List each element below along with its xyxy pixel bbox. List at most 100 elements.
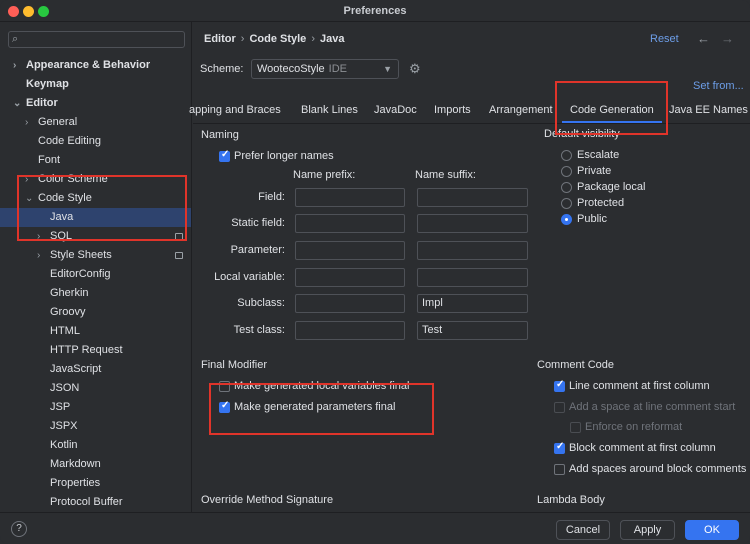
highlight-box-final-parameters	[209, 383, 434, 435]
sidebar-item-gherkin[interactable]: Gherkin	[0, 284, 191, 303]
sidebar-item-javascript[interactable]: JavaScript	[0, 360, 191, 379]
ok-button[interactable]: OK	[685, 520, 739, 540]
tab-java-ee-names[interactable]: Java EE Names	[669, 104, 748, 116]
name-suffix-field[interactable]: Test	[417, 321, 528, 340]
final-modifier-title: Final Modifier	[201, 359, 268, 371]
override-method-signature-title: Override Method Signature	[201, 494, 334, 506]
reset-link[interactable]: Reset	[650, 33, 679, 45]
name-prefix-field[interactable]	[295, 188, 405, 207]
scheme-value: WootecoStyle	[257, 63, 325, 75]
sidebar-item-label: Protocol Buffer	[50, 496, 123, 508]
name-suffix-field[interactable]	[417, 188, 528, 207]
name-suffix-field[interactable]: Impl	[417, 294, 528, 313]
visibility-radio-escalate[interactable]	[561, 150, 572, 161]
sidebar-item-markdown[interactable]: Markdown	[0, 455, 191, 474]
back-arrow-icon[interactable]: ←	[697, 31, 710, 46]
sidebar-item-label: Editor	[26, 97, 58, 109]
sidebar-item-editorconfig[interactable]: EditorConfig	[0, 265, 191, 284]
name-prefix-field[interactable]	[295, 268, 405, 287]
visibility-radio-public[interactable]	[561, 214, 572, 225]
sidebar-item-label: JavaScript	[50, 363, 102, 375]
add-spaces-block-comments-checkbox[interactable]	[554, 464, 565, 475]
tab-arrangement[interactable]: Arrangement	[489, 104, 553, 116]
tab-wrapping-and-braces[interactable]: apping and Braces	[189, 104, 281, 116]
enforce-on-reformat-label: Enforce on reformat	[585, 421, 683, 433]
sidebar-item-appearance-behavior[interactable]: › Appearance & Behavior	[0, 56, 191, 75]
sidebar-item-font[interactable]: Font	[0, 151, 191, 170]
chevron-right-icon[interactable]: ›	[25, 113, 28, 132]
sidebar-item-jsp[interactable]: JSP	[0, 398, 191, 417]
sidebar-item-label: JSP	[50, 401, 71, 413]
sidebar-item-label: Kotlin	[50, 439, 78, 451]
name-prefix-field[interactable]	[295, 214, 405, 233]
sidebar-item-label: HTML	[50, 325, 80, 337]
sidebar-item-label: Code Editing	[38, 135, 101, 147]
visibility-option-label: Private	[577, 165, 612, 177]
chevron-down-icon[interactable]: ⌄	[13, 94, 21, 113]
scheme-dropdown[interactable]: WootecoStyle IDE ▼	[251, 59, 399, 79]
sidebar-item-label: Properties	[50, 477, 101, 489]
window-title: Preferences	[343, 5, 407, 17]
name-prefix-field[interactable]	[295, 294, 405, 313]
sidebar-item-code-editing[interactable]: Code Editing	[0, 132, 191, 151]
settings-sidebar: ⌕ › Appearance & Behavior Keymap ⌄ Editor › Ge…	[0, 22, 192, 512]
breadcrumb-separator: ›	[240, 33, 245, 45]
gear-icon[interactable]: ⚙	[409, 61, 421, 77]
name-suffix-field[interactable]	[417, 214, 528, 233]
block-comment-first-column-label: Block comment at first column	[569, 442, 716, 454]
sidebar-item-html[interactable]: HTML	[0, 322, 191, 341]
sidebar-item-label: Appearance & Behavior	[26, 59, 151, 71]
preferences-window: Preferences ⌕ › Appearance & Behavior Keym…	[0, 0, 750, 544]
sidebar-item-label: HTTP Request	[50, 344, 123, 356]
breadcrumb-editor[interactable]: Editor	[204, 33, 236, 45]
naming-row-label: Field:	[258, 191, 285, 203]
sidebar-item-properties[interactable]: Properties	[0, 474, 191, 493]
apply-button[interactable]: Apply	[620, 520, 675, 540]
naming-row-label: Test class:	[233, 324, 285, 336]
sidebar-item-editor[interactable]: ⌄ Editor	[0, 94, 191, 113]
name-suffix-field[interactable]	[417, 268, 528, 287]
tab-javadoc[interactable]: JavaDoc	[374, 104, 417, 116]
sidebar-item-json[interactable]: JSON	[0, 379, 191, 398]
sidebar-item-label: JSPX	[50, 420, 78, 432]
visibility-radio-private[interactable]	[561, 166, 572, 177]
set-from-link[interactable]: Set from...	[693, 80, 744, 92]
sidebar-item-protocol-buffer[interactable]: Protocol Buffer	[0, 493, 191, 512]
tab-imports[interactable]: Imports	[434, 104, 471, 116]
scheme-tag: IDE	[328, 63, 348, 75]
sidebar-item-keymap[interactable]: Keymap	[0, 75, 191, 94]
highlight-box-code-style	[17, 175, 187, 241]
name-suffix-header: Name suffix:	[415, 169, 476, 181]
visibility-radio-protected[interactable]	[561, 198, 572, 209]
comment-code-title: Comment Code	[537, 359, 615, 371]
sidebar-item-groovy[interactable]: Groovy	[0, 303, 191, 322]
chevron-right-icon[interactable]: ›	[13, 56, 16, 75]
forward-arrow-icon[interactable]: →	[721, 31, 734, 46]
sidebar-item-general[interactable]: › General	[0, 113, 191, 132]
block-comment-first-column-checkbox[interactable]	[554, 441, 565, 454]
sidebar-item-label: JSON	[50, 382, 80, 394]
add-space-line-comment-checkbox[interactable]	[554, 402, 565, 413]
sidebar-item-jspx[interactable]: JSPX	[0, 417, 191, 436]
name-prefix-field[interactable]	[295, 241, 405, 260]
tab-blank-lines[interactable]: Blank Lines	[301, 104, 358, 116]
sidebar-item-label: Style Sheets	[50, 249, 112, 261]
cancel-button[interactable]: Cancel	[556, 520, 610, 540]
visibility-radio-package-local[interactable]	[561, 182, 572, 193]
help-button[interactable]: ?	[11, 521, 27, 537]
name-suffix-field[interactable]	[417, 241, 528, 260]
sidebar-item-label: Markdown	[50, 458, 101, 470]
add-spaces-block-comments-label: Add spaces around block comments	[569, 463, 747, 475]
sidebar-item-http-request[interactable]: HTTP Request	[0, 341, 191, 360]
name-prefix-field[interactable]	[295, 321, 405, 340]
breadcrumb-code-style[interactable]: Code Style	[249, 33, 306, 45]
prefer-longer-names-checkbox[interactable]	[219, 149, 230, 162]
name-prefix-header: Name prefix:	[293, 169, 356, 181]
sidebar-item-kotlin[interactable]: Kotlin	[0, 436, 191, 455]
settings-search-input[interactable]: ⌕	[8, 31, 185, 48]
visibility-option-label: Protected	[577, 197, 625, 209]
line-comment-first-column-checkbox[interactable]	[554, 379, 565, 392]
sidebar-item-style-sheets[interactable]: › Style Sheets	[0, 246, 191, 265]
chevron-right-icon[interactable]: ›	[37, 246, 40, 265]
enforce-on-reformat-checkbox[interactable]	[570, 422, 581, 433]
